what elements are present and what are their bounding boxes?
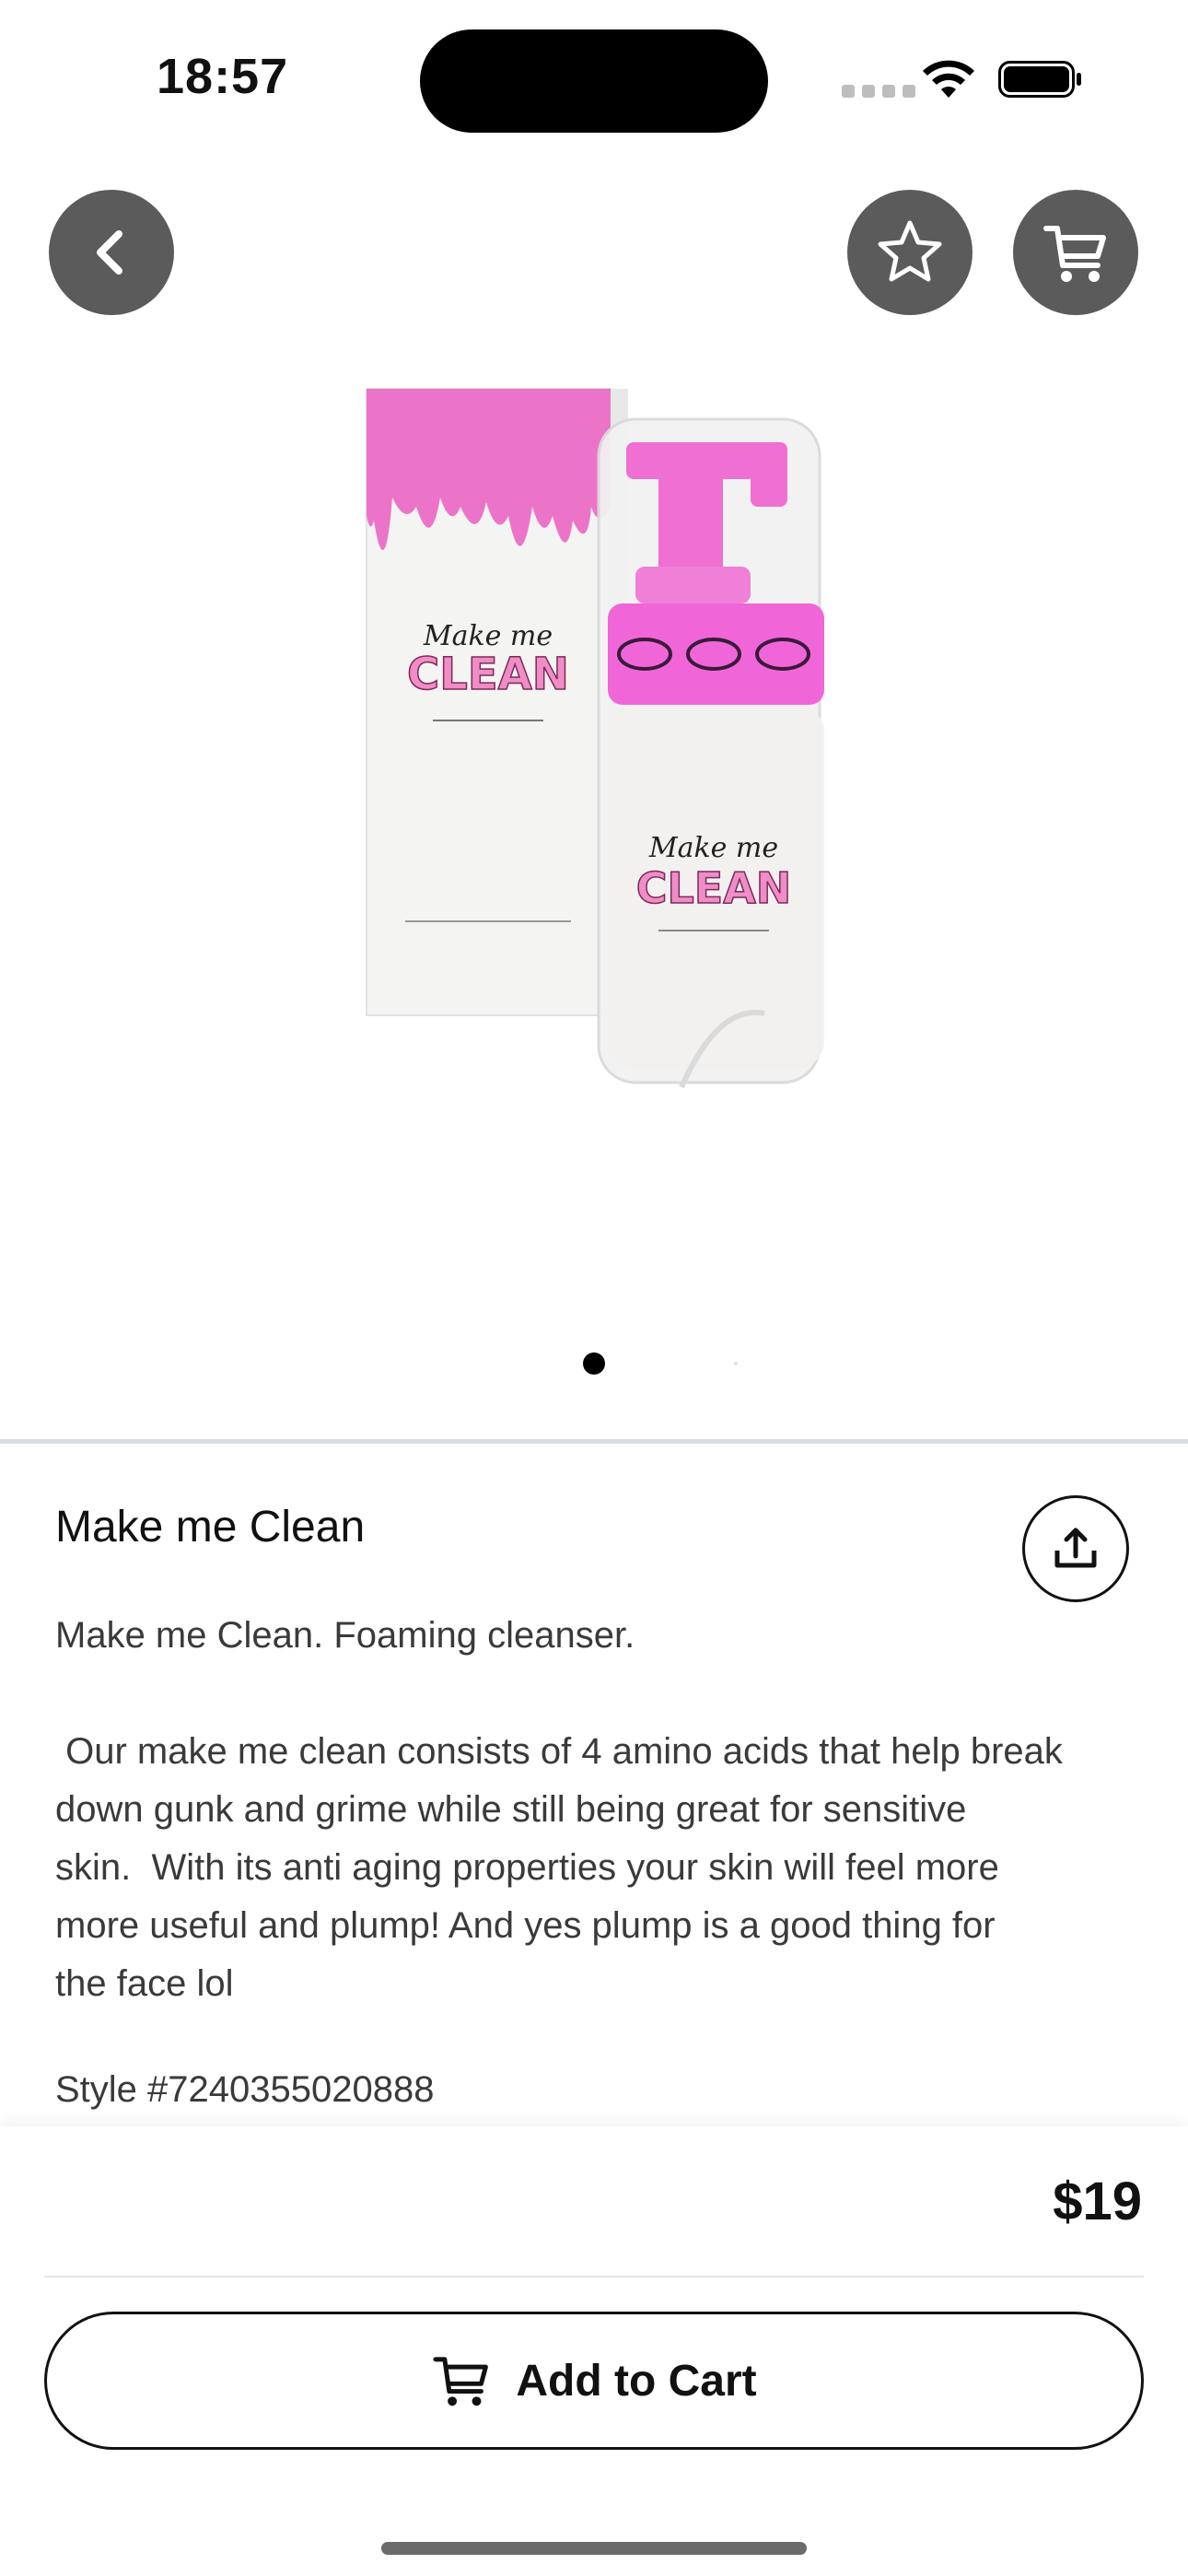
cart-icon	[1043, 226, 1106, 282]
description-line: skin. With its anti aging properties you…	[55, 1847, 999, 1888]
description-line: the face lol	[55, 1963, 234, 2004]
star-icon	[878, 220, 942, 282]
product-detail-screen: 18:57 Make me CLEAN Make me CLEAN Make m…	[0, 0, 1188, 2576]
description-line: Our make me clean consists of 4 amino ac…	[55, 1731, 1063, 1772]
chevron-left-icon	[97, 230, 122, 275]
product-price: $19	[1053, 2172, 1142, 2231]
image-pagination[interactable]	[583, 1352, 738, 1375]
product-title: Make me Clean	[55, 1503, 366, 1551]
svg-text:Make me: Make me	[423, 620, 553, 652]
back-button[interactable]	[49, 190, 174, 315]
svg-text:CLEAN: CLEAN	[636, 863, 792, 913]
product-description: Make me Clean. Foaming cleanser. Our mak…	[55, 1607, 1142, 2013]
share-button[interactable]	[1022, 1495, 1129, 1602]
page-dot-active[interactable]	[583, 1352, 605, 1375]
description-line: more useful and plump! And yes plump is …	[55, 1905, 996, 1946]
page-dot[interactable]	[734, 1362, 738, 1365]
status-time: 18:57	[157, 49, 289, 104]
home-indicator[interactable]	[381, 2542, 807, 2555]
battery-icon	[998, 61, 1081, 98]
section-divider	[0, 1439, 1188, 1444]
add-to-cart-button[interactable]: Add to Cart	[44, 2312, 1144, 2450]
share-icon	[1054, 1528, 1097, 1568]
wifi-icon	[923, 60, 974, 98]
product-image[interactable]: Make me CLEAN Make me CLEAN	[332, 369, 847, 1152]
svg-text:CLEAN: CLEAN	[407, 649, 569, 700]
description-line: down gunk and grime while still being gr…	[55, 1789, 967, 1830]
dynamic-island	[420, 29, 768, 133]
add-to-cart-label: Add to Cart	[516, 2356, 757, 2406]
svg-text:Make me: Make me	[648, 832, 778, 864]
cellular-signal-icon	[842, 85, 915, 98]
price-divider	[44, 2276, 1144, 2277]
style-number: Style #7240355020888	[55, 2069, 435, 2110]
cart-button[interactable]	[1013, 190, 1138, 315]
favorite-button[interactable]	[847, 190, 973, 315]
cart-icon	[433, 2357, 489, 2406]
description-line: Make me Clean. Foaming cleanser.	[55, 1615, 635, 1656]
